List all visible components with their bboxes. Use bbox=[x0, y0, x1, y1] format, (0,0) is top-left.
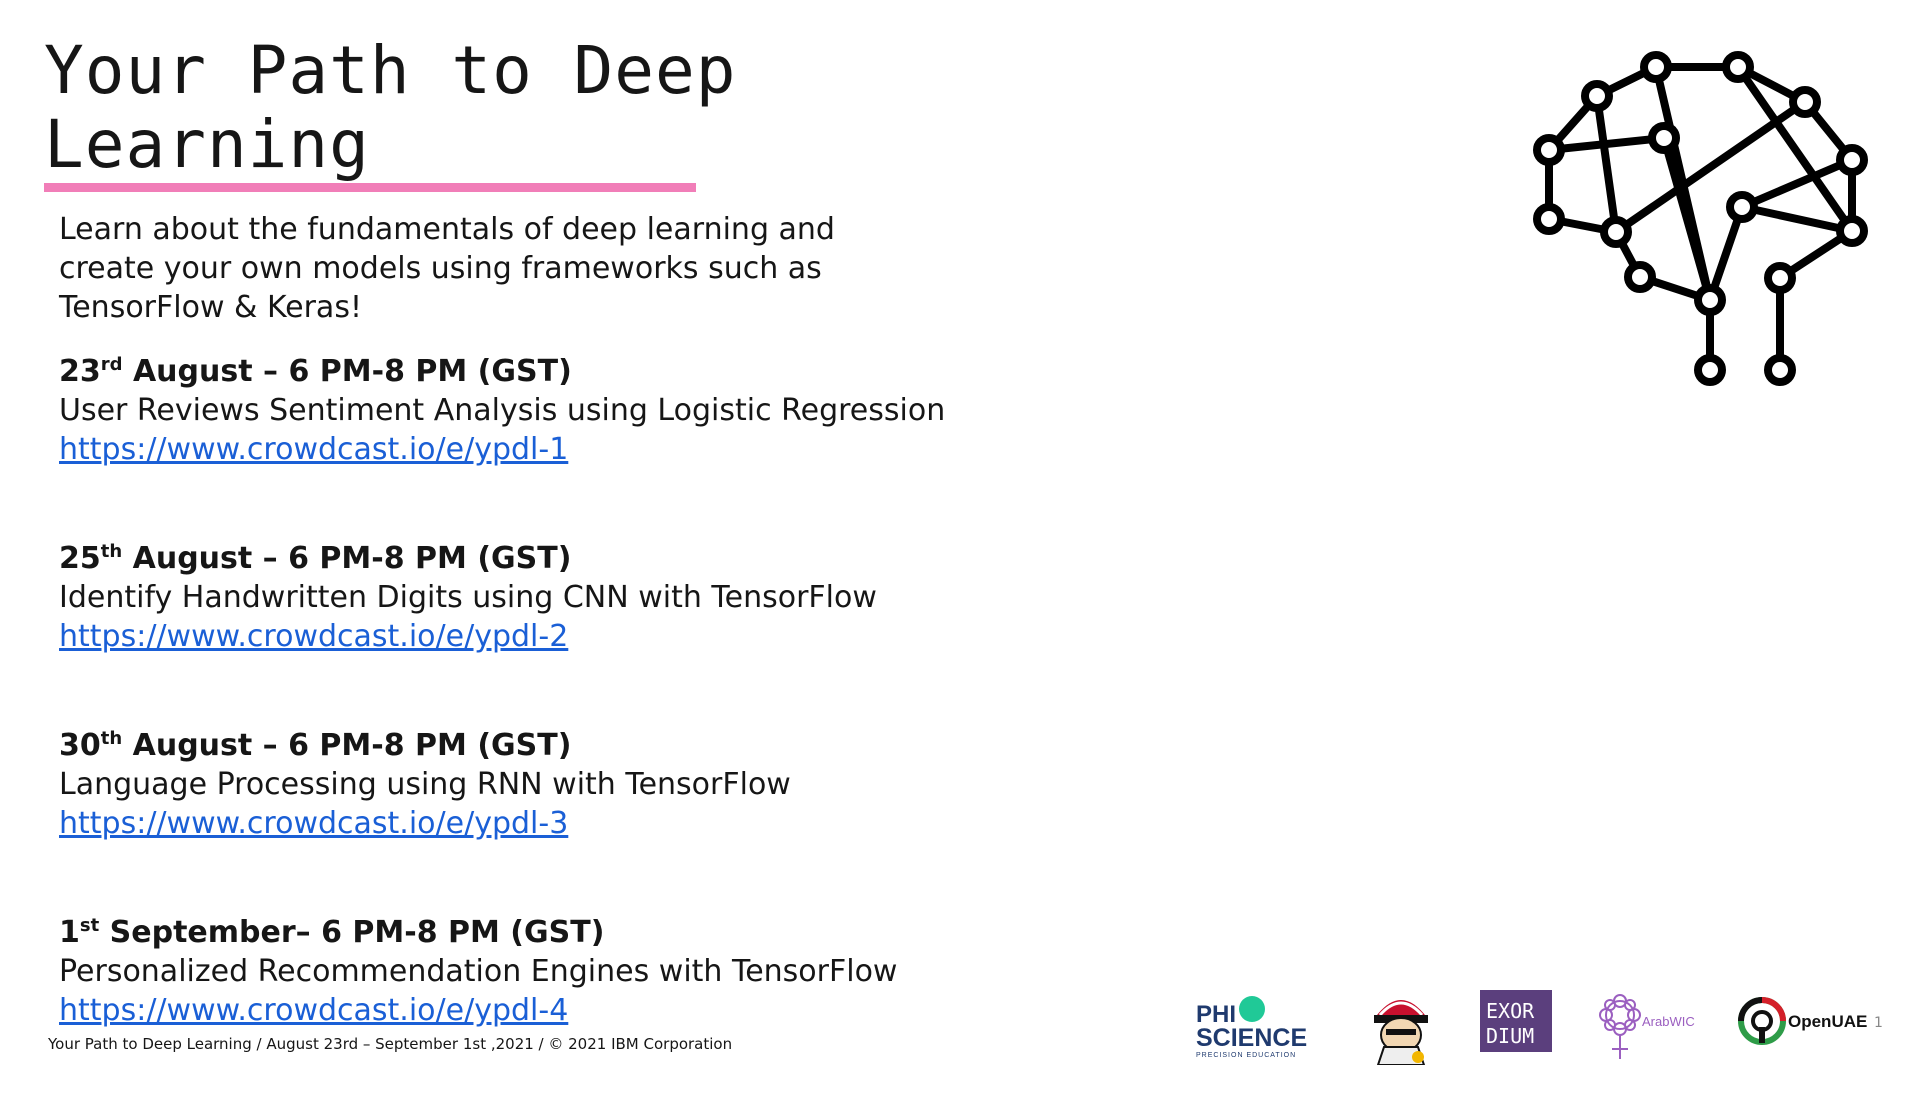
session-list: 23rd August – 6 PM-8 PM (GST) User Revie… bbox=[59, 352, 1059, 1100]
session-date: 23rd August – 6 PM-8 PM (GST) bbox=[59, 354, 572, 389]
exordium-logo: EXOR DIUM bbox=[1480, 990, 1552, 1052]
svg-text:OpenUAE: OpenUAE bbox=[1788, 1012, 1867, 1031]
svg-text:PRECISION EDUCATION: PRECISION EDUCATION bbox=[1196, 1052, 1296, 1059]
session-link[interactable]: https://www.crowdcast.io/e/ypdl-2 bbox=[59, 617, 1059, 657]
intro-text: Learn about the fundamentals of deep lea… bbox=[59, 212, 835, 325]
footer-text: Your Path to Deep Learning / August 23rd… bbox=[48, 1035, 733, 1053]
session-date: 30th August – 6 PM-8 PM (GST) bbox=[59, 728, 572, 763]
title-underline bbox=[44, 183, 696, 192]
svg-text:EXOR: EXOR bbox=[1486, 999, 1535, 1023]
brain-network-icon bbox=[1533, 51, 1868, 386]
mascot-logo bbox=[1374, 1000, 1428, 1065]
session-item: 1st September– 6 PM-8 PM (GST) Personali… bbox=[59, 913, 1059, 1100]
page-title: Your Path to Deep Learning bbox=[44, 32, 737, 183]
session-item: 30th August – 6 PM-8 PM (GST) Language P… bbox=[59, 726, 1059, 913]
session-link[interactable]: https://www.crowdcast.io/e/ypdl-1 bbox=[59, 430, 1059, 470]
session-item: 23rd August – 6 PM-8 PM (GST) User Revie… bbox=[59, 352, 1059, 539]
svg-text:DIUM: DIUM bbox=[1486, 1024, 1534, 1048]
session-topic: Language Processing using RNN with Tenso… bbox=[59, 767, 791, 802]
session-link[interactable]: https://www.crowdcast.io/e/ypdl-4 bbox=[59, 991, 1059, 1031]
session-date: 1st September– 6 PM-8 PM (GST) bbox=[59, 915, 605, 950]
svg-text:SCIENCE: SCIENCE bbox=[1196, 1024, 1307, 1052]
session-date: 25th August – 6 PM-8 PM (GST) bbox=[59, 541, 572, 576]
svg-text:ArabWIC: ArabWIC bbox=[1642, 1014, 1695, 1029]
openuae-logo: OpenUAE bbox=[1738, 997, 1867, 1045]
session-link[interactable]: https://www.crowdcast.io/e/ypdl-3 bbox=[59, 804, 1059, 844]
session-topic: Personalized Recommendation Engines with… bbox=[59, 954, 898, 989]
session-item: 25th August – 6 PM-8 PM (GST) Identify H… bbox=[59, 539, 1059, 726]
sponsor-logos: PHI SCIENCE PRECISION EDUCATION EXOR DIU… bbox=[1196, 985, 1896, 1065]
page-number: 1 bbox=[1874, 1015, 1883, 1031]
phi-science-logo: PHI SCIENCE PRECISION EDUCATION bbox=[1196, 996, 1307, 1059]
arabwic-logo: ArabWIC bbox=[1599, 994, 1695, 1059]
session-topic: User Reviews Sentiment Analysis using Lo… bbox=[59, 393, 946, 428]
session-topic: Identify Handwritten Digits using CNN wi… bbox=[59, 580, 877, 615]
